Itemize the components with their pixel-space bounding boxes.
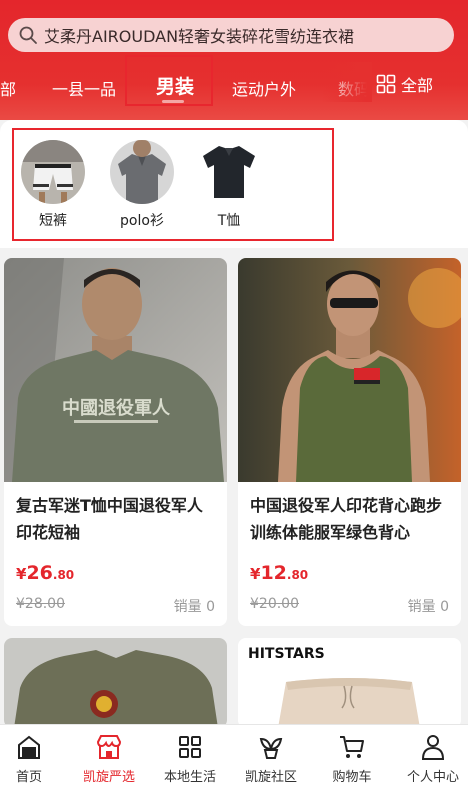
subcategory-shorts[interactable]: 短裤 (13, 140, 93, 230)
product-image (238, 258, 461, 482)
polo-thumbnail (110, 140, 174, 204)
subcategory-polo[interactable]: polo衫 (102, 140, 182, 230)
store-icon (96, 735, 122, 759)
bottom-tab-bar: 首页 凯旋严选 本地生活 凯旋社区 购物车 个人中心 (0, 724, 468, 786)
search-bar[interactable]: 艾柔丹AIROUDAN轻奢女装碎花雪纺连衣裙 (8, 18, 454, 52)
active-tab-highlight (125, 55, 213, 106)
tab-sports-outdoor[interactable]: 运动户外 (232, 76, 296, 100)
tab-community[interactable]: 凯旋社区 (232, 733, 310, 785)
product-image (4, 638, 227, 728)
product-card[interactable]: 中國退役軍人 复古军迷T恤中国退役军人印花短袖 ¥26.80 ¥28.00 销量… (4, 258, 227, 626)
tab-category-partial[interactable]: 部 (0, 76, 16, 100)
sales-count: 销量 0 (173, 599, 215, 615)
tab-profile[interactable]: 个人中心 (394, 733, 468, 785)
tab-kaixuan-select[interactable]: 凯旋严选 (70, 733, 148, 785)
product-card[interactable]: HITSTARS (238, 638, 461, 728)
product-title: 复古军迷T恤中国退役军人印花短袖 (16, 496, 203, 542)
plant-icon (259, 737, 283, 759)
all-categories-label: 全部 (401, 76, 434, 95)
grid-icon (179, 736, 201, 758)
brand-text: HITSTARS (248, 646, 325, 662)
product-card[interactable]: 中国退役军人印花背心跑步训练体能服军绿色背心 ¥12.80 ¥20.00 销量 … (238, 258, 461, 626)
cart-icon (340, 736, 364, 758)
tshirt-thumbnail (197, 140, 261, 204)
product-card[interactable] (4, 638, 227, 728)
search-icon (19, 26, 37, 44)
search-placeholder: 艾柔丹AIROUDAN轻奢女装碎花雪纺连衣裙 (44, 27, 355, 46)
product-price: ¥12.80 (250, 562, 309, 584)
shirt-print-text: 中國退役軍人 (62, 397, 171, 419)
tab-yixian-yipin[interactable]: 一县一品 (52, 76, 116, 100)
product-image: 中國退役軍人 (4, 258, 227, 482)
home-icon (18, 735, 40, 759)
original-price: ¥28.00 (16, 596, 65, 612)
tab-home[interactable]: 首页 (0, 733, 68, 785)
original-price: ¥20.00 (250, 596, 299, 612)
product-image: HITSTARS (238, 638, 461, 728)
subcategory-label: 短裤 (39, 213, 67, 229)
shorts-thumbnail (21, 140, 85, 204)
sales-count: 销量 0 (407, 599, 449, 615)
subcategory-label: T恤 (217, 213, 241, 229)
tab-local-life[interactable]: 本地生活 (151, 733, 229, 785)
subcategory-tshirt[interactable]: T恤 (189, 140, 269, 230)
category-fade (322, 62, 372, 102)
grid-icon (376, 74, 396, 94)
subcategory-label: polo衫 (120, 213, 164, 229)
product-price: ¥26.80 (16, 562, 75, 584)
product-title: 中国退役军人印花背心跑步训练体能服军绿色背心 (250, 496, 443, 542)
all-categories-button[interactable]: 全部 (376, 72, 433, 96)
person-icon (421, 735, 445, 760)
tab-cart[interactable]: 购物车 (313, 733, 391, 785)
